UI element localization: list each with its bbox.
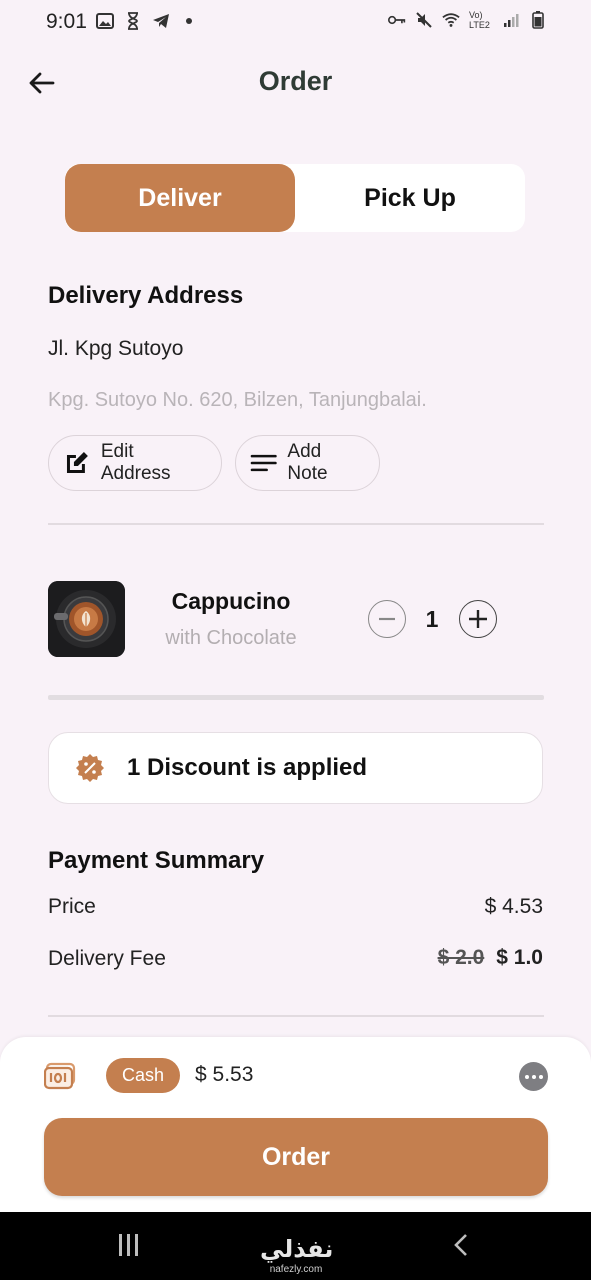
- more-options-button[interactable]: [519, 1062, 548, 1091]
- recents-button[interactable]: [119, 1234, 143, 1256]
- delivery-mode-toggle: Deliver Pick Up: [65, 164, 525, 232]
- plus-icon: [469, 610, 487, 628]
- address-line-2: Kpg. Sutoyo No. 620, Bilzen, Tanjungbala…: [48, 389, 427, 411]
- delivery-fee-values: $ 2.0 $ 1.0: [438, 946, 543, 970]
- back-button[interactable]: [24, 66, 58, 100]
- notes-lines-icon: [250, 454, 277, 472]
- watermark-logo: نفذلي: [260, 1235, 334, 1263]
- wifi-icon: [442, 11, 460, 29]
- divider: [48, 523, 544, 525]
- page-title: Order: [258, 66, 333, 96]
- status-bar: 9:01 Vo) LTE2: [0, 0, 591, 44]
- delivery-fee-discounted: $ 1.0: [496, 946, 543, 969]
- add-note-label: Add Note: [287, 441, 328, 484]
- cash-icon: [43, 1061, 76, 1091]
- telegram-icon: [152, 12, 170, 30]
- edit-icon: [66, 452, 88, 473]
- section-divider: [48, 695, 544, 700]
- discount-card[interactable]: 1 Discount is applied: [48, 732, 543, 804]
- payment-summary-title: Payment Summary: [48, 847, 265, 874]
- order-button[interactable]: Order: [44, 1118, 548, 1196]
- product-image: [48, 581, 125, 657]
- edit-address-button[interactable]: Edit Address: [48, 435, 222, 491]
- payment-method-cash[interactable]: Cash: [106, 1058, 180, 1093]
- dot-icon: [180, 12, 198, 30]
- quantity-value: 1: [425, 606, 439, 632]
- hourglass-icon: [124, 12, 142, 30]
- battery-icon: [529, 11, 547, 29]
- system-icons: Vo) LTE2: [388, 10, 547, 30]
- discount-text: 1 Discount is applied: [127, 754, 368, 781]
- tab-pickup[interactable]: Pick Up: [295, 164, 525, 232]
- decrease-quantity-button[interactable]: [368, 600, 406, 638]
- edit-address-label: Edit Address: [100, 441, 171, 484]
- tab-deliver[interactable]: Deliver: [65, 164, 295, 232]
- system-back-button[interactable]: [452, 1233, 470, 1257]
- more-dots-icon: [524, 1074, 529, 1079]
- delivery-address-title: Delivery Address: [48, 282, 244, 309]
- network-label: Vo) LTE2: [469, 10, 490, 30]
- arrow-left-icon: [29, 72, 55, 94]
- address-line-1: Jl. Kpg Sutoyo: [48, 337, 184, 360]
- notification-icons: [96, 12, 198, 30]
- signal-icon: [502, 11, 520, 29]
- mute-icon: [415, 11, 433, 29]
- key-icon: [388, 11, 406, 29]
- minus-icon: [379, 617, 395, 621]
- add-note-button[interactable]: Add Note: [235, 435, 380, 491]
- gallery-icon: [96, 12, 114, 30]
- delivery-fee-label: Delivery Fee: [48, 947, 166, 970]
- discount-badge-icon: [75, 753, 105, 783]
- chevron-left-icon: [454, 1234, 467, 1256]
- product-variant: with Chocolate: [165, 627, 297, 649]
- price-value: $ 4.53: [484, 895, 543, 918]
- watermark: نفذلي nafezly.com: [260, 1235, 334, 1275]
- product-name: Cappucino: [171, 588, 291, 614]
- watermark-url: nafezly.com: [269, 1264, 323, 1275]
- delivery-fee-original: $ 2.0: [437, 946, 485, 969]
- price-label: Price: [48, 895, 96, 918]
- total-amount: $ 5.53: [195, 1063, 254, 1086]
- divider: [48, 1015, 544, 1017]
- increase-quantity-button[interactable]: [459, 600, 497, 638]
- status-time: 9:01: [46, 10, 87, 33]
